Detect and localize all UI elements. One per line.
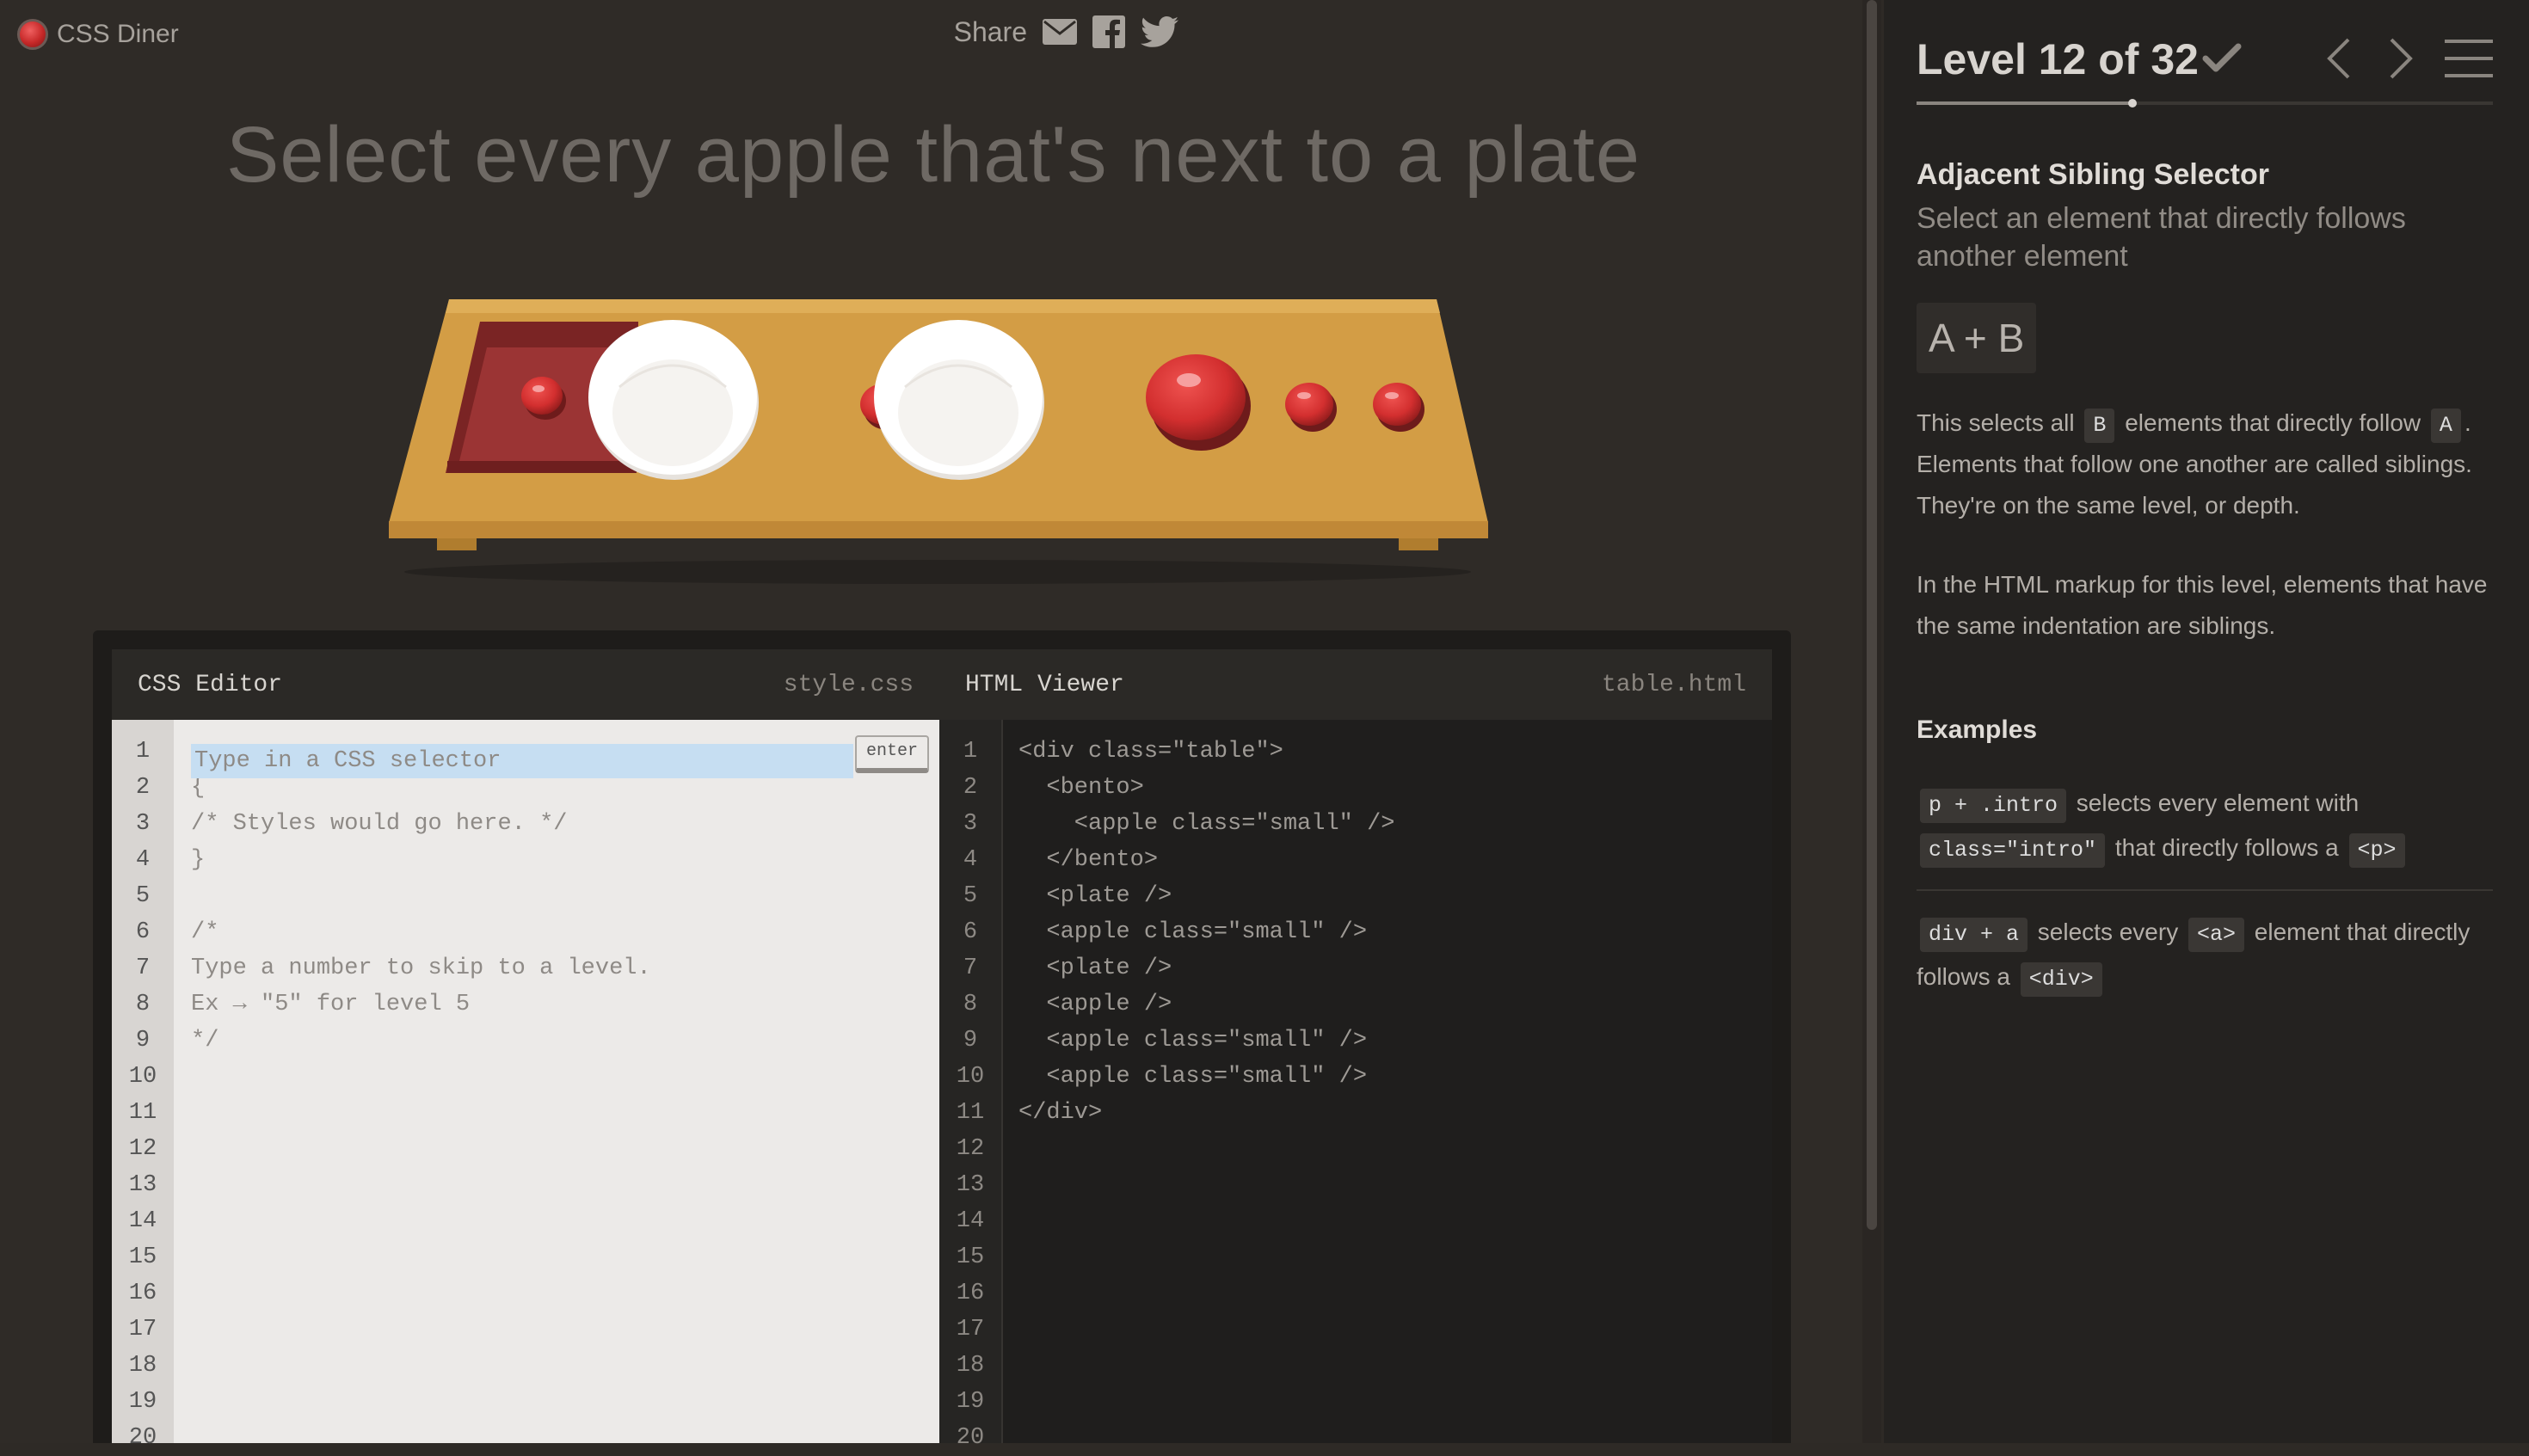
editor-panel: CSS Editor style.css 1 2 3 4 5 6 7 8 9 10 11 12 13 14… [93,630,1791,1451]
html-line[interactable]: </div> [1018,1095,1755,1131]
css-editor-body: 1 2 3 4 5 6 7 8 9 10 11 12 13 14 15 16 17 18 19 20 { /* Sty… [112,720,939,1451]
code-tag: div + a [1920,918,2028,952]
html-file-name: table.html [1601,671,1746,698]
scrollbar-thumb[interactable] [1867,0,1877,1230]
html-line[interactable]: <apple class="small" /> [1018,1059,1755,1095]
code-tag: <a> [2187,918,2244,952]
html-line[interactable]: <apple /> [1018,986,1755,1023]
css-line-6: /* [191,919,219,945]
code-tag: p + .intro [1920,789,2067,823]
selector-description: Select an element that directly follows … [1917,202,2406,273]
html-line[interactable]: <apple class="small" /> [1018,1023,1755,1059]
html-line-numbers: 1 2 3 4 5 6 7 8 9 10 11 12 13 14 15 16 17 18 19 20 [939,720,1003,1451]
level-progress-fill [1917,101,2133,105]
sidebar: Level 12 of 32 Adjacent Sibling Selector… [1884,0,2529,1443]
html-line[interactable]: <div class="table"> [1018,734,1755,770]
html-line[interactable]: </bento> [1018,842,1755,878]
html-line[interactable]: <plate /> [1018,950,1755,986]
logo[interactable]: CSS Diner [17,19,179,50]
menu-icon[interactable] [2445,38,2493,83]
email-icon[interactable] [1043,19,1077,45]
game-area: CSS Diner Share Select every apple that'… [0,0,1867,1451]
css-line-9: */ [191,1028,219,1054]
selector-explanation: This selects all B elements that directl… [1917,409,2472,519]
css-code: { /* Styles would go here. */ } /* Type … [191,734,922,1059]
css-line-7: Type a number to skip to a level. [191,955,651,981]
level-header[interactable]: Level 12 of 32 [1917,34,2199,84]
html-viewer: HTML Viewer table.html 1 2 3 4 5 6 7 8 9 10 11 12 13… [939,649,1772,1451]
css-line-numbers: 1 2 3 4 5 6 7 8 9 10 11 12 13 14 15 16 17 18 19 20 [112,720,174,1451]
code-tag: A [2430,409,2461,443]
html-viewer-header: HTML Viewer table.html [939,649,1772,720]
previous-level-icon[interactable] [2324,36,2354,85]
html-code: <div class="table"> <bento> <apple class… [1018,734,1755,1131]
css-editor-header: CSS Editor style.css [112,649,939,720]
selector-syntax: A + B [1917,303,2037,373]
next-level-icon[interactable] [2386,36,2415,85]
html-line[interactable]: <apple class="small" /> [1018,914,1755,950]
html-viewer-title: HTML Viewer [965,671,1124,698]
css-line-3: /* Styles would go here. */ [191,811,568,837]
html-line[interactable]: <apple class="small" /> [1018,806,1755,842]
css-editor-title: CSS Editor [138,671,283,698]
code-tag: <p> [2348,833,2405,868]
twitter-icon[interactable] [1141,16,1178,47]
share-label: Share [953,15,1027,47]
level-progress-bar [1917,99,2493,108]
enter-button[interactable]: enter [855,735,929,773]
css-selector-input[interactable] [191,744,853,778]
level-instruction: Select every apple that's next to a plat… [226,111,1640,199]
selector-name: Adjacent Sibling Selector [1917,158,2269,191]
css-line-8: Ex → "5" for level 5 [191,992,471,1017]
code-tag: <div> [2020,962,2102,997]
code-tag: class="intro" [1920,833,2106,868]
share-bar: Share [954,15,1178,48]
table-scene [370,292,1505,584]
app-name: CSS Diner [57,20,179,48]
facebook-icon[interactable] [1092,15,1125,48]
html-viewer-body: 1 2 3 4 5 6 7 8 9 10 11 12 13 14 15 16 17 18 19 20 <div cla… [939,720,1772,1451]
html-line[interactable]: <plate /> [1018,878,1755,914]
examples-title: Examples [1917,716,2038,744]
css-editor: CSS Editor style.css 1 2 3 4 5 6 7 8 9 10 11 12 13 14… [112,649,939,1451]
html-line[interactable]: <bento> [1018,770,1755,806]
css-line-5 [191,878,922,914]
checkmark-icon [2202,41,2242,78]
examples-divider [1917,889,2493,891]
example-1: p + .intro selects every element with cl… [1917,781,2501,870]
plate-2[interactable] [874,320,1044,480]
css-line-4: } [191,847,206,873]
selector-note: In the HTML markup for this level, eleme… [1917,571,2488,639]
logo-apple-icon [17,19,48,50]
plate-1[interactable] [588,320,759,480]
css-file-name: style.css [783,671,914,698]
level-progress-marker [2128,99,2138,108]
code-tag: B [2084,409,2115,443]
example-2: div + a selects every <a> element that d… [1917,910,2501,999]
